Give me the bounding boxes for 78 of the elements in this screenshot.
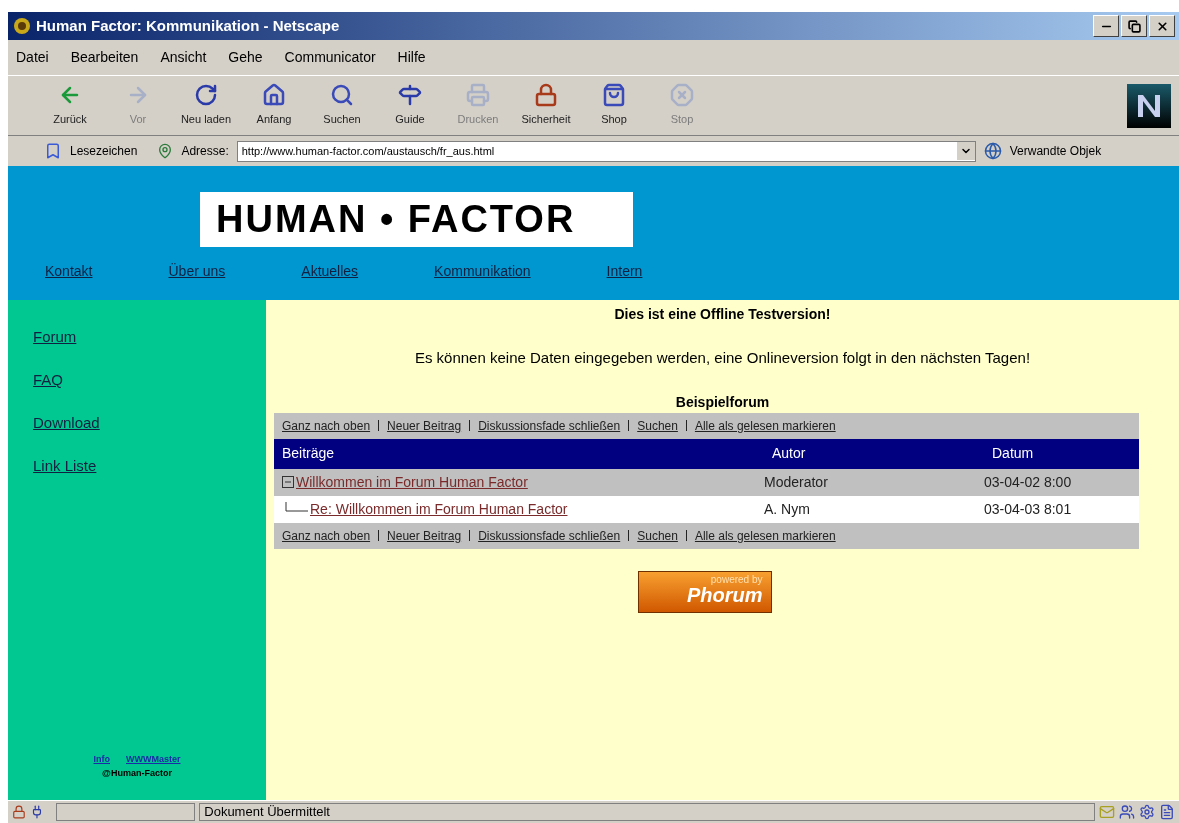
nav-link[interactable]: Kommunikation: [434, 261, 531, 282]
menu-item[interactable]: Ansicht: [160, 47, 207, 68]
forum-nav-link[interactable]: Suchen: [637, 526, 678, 545]
forum-nav-link[interactable]: Ganz nach oben: [282, 526, 371, 545]
menu-item[interactable]: Datei: [16, 47, 49, 68]
toolbar-button[interactable]: Sicherheit: [512, 83, 580, 128]
column-header: Datum: [992, 444, 1034, 463]
toolbar-button[interactable]: Suchen: [308, 83, 376, 128]
footer-link[interactable]: Info: [93, 753, 110, 767]
signpost-icon: [398, 83, 422, 108]
address-field[interactable]: http://www.human-factor.com/austausch/fr_aus.html: [236, 140, 976, 162]
author-text: Moderator: [764, 472, 829, 492]
app-icon: [12, 16, 32, 36]
stop-icon: [670, 83, 694, 108]
search-icon: [330, 83, 354, 108]
printer-icon: [466, 83, 490, 108]
forum-nav-link[interactable]: Ganz nach oben: [282, 416, 371, 435]
lock-icon: [534, 83, 558, 108]
home-icon: [262, 83, 286, 108]
column-header: Beiträge: [282, 444, 336, 463]
toolbar-button[interactable]: Neu laden: [172, 83, 240, 128]
sidebar-link[interactable]: Link Liste: [33, 455, 266, 498]
footer-link[interactable]: WWWMaster: [126, 753, 181, 767]
globe-icon: [983, 142, 1002, 160]
nav-link[interactable]: Über uns: [168, 261, 226, 282]
message-text: Es können keine Daten eingegeben werden, eine Onlineversion folgt in den nächsten Tagen!: [414, 348, 1031, 368]
close-button[interactable]: [1149, 15, 1175, 37]
status-text: Dokument Übermittelt: [204, 803, 330, 822]
forum-nav-link[interactable]: Alle als gelesen markieren: [694, 526, 836, 545]
forum-nav-link[interactable]: Neuer Beitrag: [387, 526, 462, 545]
shopping-bag-icon: [602, 83, 626, 108]
sidebar-link[interactable]: Download: [33, 412, 266, 455]
thread-link[interactable]: Willkommen im Forum Human Factor: [296, 471, 528, 493]
lock-icon: [12, 805, 26, 819]
date-text: 03-04-02 8:00: [984, 472, 1072, 492]
minimize-button[interactable]: [1093, 15, 1119, 37]
restore-button[interactable]: [1121, 15, 1147, 37]
notice-text: Dies ist eine Offline Testversion!: [614, 305, 831, 324]
location-icon: [157, 143, 174, 159]
thread-link[interactable]: Re: Willkommen im Forum Human Factor: [310, 498, 568, 520]
close-icon: [1155, 19, 1169, 33]
related-button[interactable]: Verwandte Objek: [1009, 142, 1102, 160]
menu-item[interactable]: Hilfe: [397, 47, 426, 68]
date-text: 03-04-03 8:01: [984, 499, 1072, 519]
gear-icon: [1139, 804, 1156, 820]
author-text: A. Nym: [764, 499, 811, 519]
forum-nav-link[interactable]: Alle als gelesen markieren: [694, 416, 836, 435]
bookmark-icon: [44, 142, 62, 160]
people-icon: [1119, 804, 1136, 820]
forum-nav-link[interactable]: Suchen: [637, 416, 678, 435]
menu-item[interactable]: Bearbeiten: [70, 47, 139, 68]
collapse-icon[interactable]: [282, 476, 294, 488]
reload-icon: [194, 83, 218, 108]
dropdown-button[interactable]: [956, 142, 975, 160]
toolbar-button[interactable]: Anfang: [240, 83, 308, 128]
nav-link[interactable]: Kontakt: [45, 261, 93, 282]
sidebar-link[interactable]: Forum: [33, 326, 266, 369]
address-label: Adresse:: [181, 143, 229, 160]
toolbar-button[interactable]: Zurück: [36, 83, 104, 128]
nav-link[interactable]: Aktuelles: [301, 261, 359, 282]
sidebar-link[interactable]: FAQ: [33, 369, 266, 412]
bookmarks-button[interactable]: Lesezeichen: [70, 142, 138, 160]
document-icon: [1159, 804, 1175, 820]
column-header: Autor: [772, 444, 807, 463]
menu-item[interactable]: Gehe: [228, 47, 263, 68]
toolbar-button[interactable]: Guide: [376, 83, 444, 128]
footer-text: @Human-Factor: [102, 766, 172, 780]
forum-title: Beispielforum: [675, 392, 770, 412]
mail-icon: [1099, 804, 1116, 820]
menu-item[interactable]: Communicator: [284, 47, 376, 68]
nav-link[interactable]: Intern: [606, 261, 643, 282]
forum-nav-link[interactable]: Neuer Beitrag: [387, 416, 462, 435]
forum-nav-link[interactable]: Diskussionsfade schließen: [478, 526, 621, 545]
window-title: Human Factor: Kommunikation - Netscape: [36, 15, 341, 36]
site-logo: HUMAN • FACTOR: [200, 192, 633, 247]
toolbar-button[interactable]: Shop: [580, 83, 648, 128]
forum-nav-link[interactable]: Diskussionsfade schließen: [478, 416, 621, 435]
restore-icon: [1127, 19, 1141, 33]
